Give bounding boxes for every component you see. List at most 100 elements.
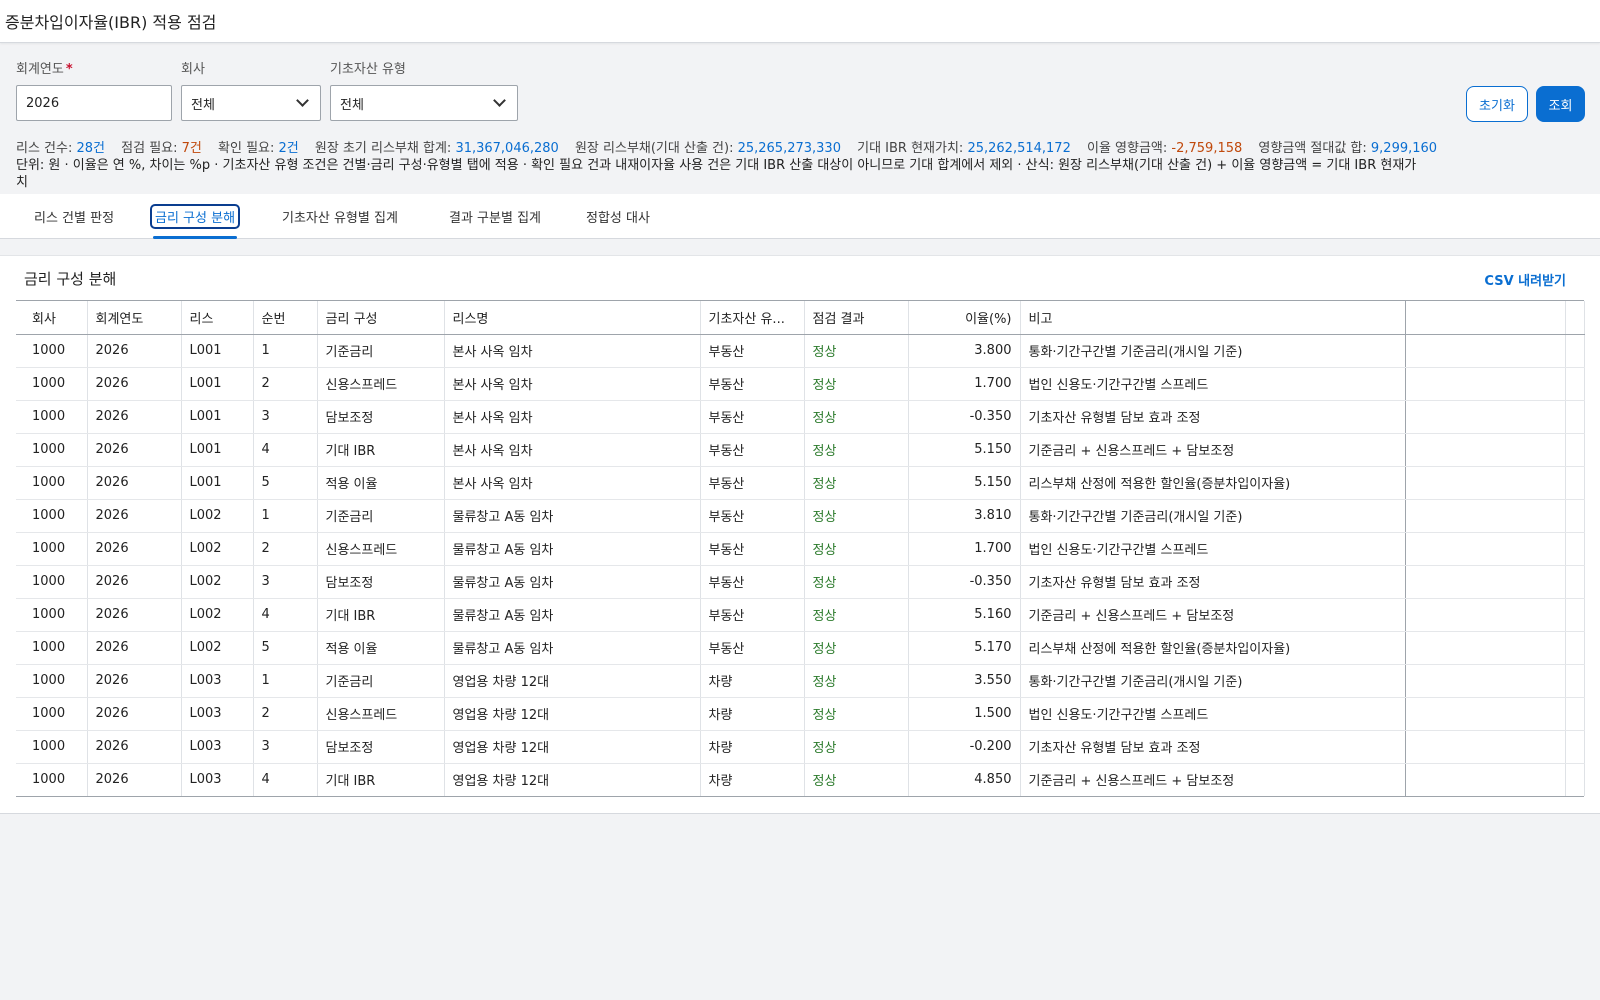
table-cell: 본사 사옥 임차 [444,334,701,368]
table-row[interactable]: 1000 2026 L002 4 기대 IBR 물류창고 A동 임차 부동산 정상 5.160 기… [16,598,1585,632]
table-cell: 담보조정 [317,730,445,764]
table-cell: 2026 [87,334,182,368]
table-cell: 법인 신용도·기간구간별 스프레드 [1020,367,1406,401]
unit-note-line: 치 [16,175,28,190]
empty-cell [1405,433,1566,467]
table-cell: L002 [181,631,254,665]
table-row[interactable]: 1000 2026 L002 5 적용 이율 물류창고 A동 임차 부동산 정상 5.170 리스… [16,631,1585,665]
column-header[interactable]: 비고 [1020,301,1406,335]
table-cell: 정상 [804,697,909,731]
table-cell: 정상 [804,598,909,632]
table-cell: 담보조정 [317,565,445,599]
table-cell: 정상 [804,532,909,566]
table-cell: 법인 신용도·기간구간별 스프레드 [1020,697,1406,731]
table-cell: 부동산 [700,466,805,500]
column-header[interactable]: 기초자산 유... [700,301,805,335]
column-header[interactable]: 순번 [253,301,318,335]
panel-title: 금리 구성 분해 [24,270,117,288]
table-cell: 3.800 [908,334,1021,368]
table-cell: 1000 [16,697,88,731]
tab-result-summary[interactable]: 결과 구분별 집계 [449,194,541,238]
column-header[interactable]: 회계연도 [87,301,182,335]
summary-label: 영향금액 절대값 합: [1258,141,1367,156]
empty-cell [1405,697,1566,731]
table-cell: 기준금리 [317,334,445,368]
summary-label: 기대 IBR 현재가치: [857,141,964,156]
table-cell: 5 [253,631,318,665]
table-cell: 4 [253,433,318,467]
table-cell: 영업용 차량 12대 [444,697,701,731]
table-cell: 부동산 [700,499,805,533]
table-cell: 2026 [87,664,182,698]
table-row[interactable]: 1000 2026 L003 3 담보조정 영업용 차량 12대 차량 정상 -0.200 기초자… [16,730,1585,764]
table-cell: 부동산 [700,367,805,401]
table-cell: L001 [181,466,254,500]
year-label-text: 회계연도 [16,62,64,77]
table-row[interactable]: 1000 2026 L001 5 적용 이율 본사 사옥 임차 부동산 정상 5.150 리스부채… [16,466,1585,500]
column-header[interactable]: 리스명 [444,301,701,335]
table-cell: 부동산 [700,532,805,566]
table-cell: 본사 사옥 임차 [444,433,701,467]
empty-cell [1405,664,1566,698]
table-cell: 정상 [804,499,909,533]
empty-cell [1405,532,1566,566]
tab-rate-breakdown[interactable]: 금리 구성 분해 [149,194,241,239]
table-cell: 1000 [16,433,88,467]
table-cell: L002 [181,499,254,533]
table-row[interactable]: 1000 2026 L002 1 기준금리 물류창고 A동 임차 부동산 정상 3.810 통화·… [16,499,1585,533]
table-cell: 1000 [16,565,88,599]
chevron-down-icon [493,94,506,107]
table-cell: L003 [181,763,254,796]
tab-asset-type-summary[interactable]: 기초자산 유형별 집계 [282,194,398,238]
table-row[interactable]: 1000 2026 L001 4 기대 IBR 본사 사옥 임차 부동산 정상 5.150 기준금… [16,433,1585,467]
active-tab-indicator [153,236,238,239]
company-select[interactable]: 전체 [181,85,321,121]
table-row[interactable]: 1000 2026 L001 3 담보조정 본사 사옥 임차 부동산 정상 -0.350 기초자산… [16,400,1585,434]
table-cell: 정상 [804,400,909,434]
table-cell: 1000 [16,466,88,500]
table-cell: L001 [181,433,254,467]
tab-label: 금리 구성 분해 [149,203,241,229]
summary-value: 2건 [278,141,299,156]
table-cell: 1000 [16,664,88,698]
column-header[interactable]: 금리 구성 [317,301,445,335]
table-cell: 2026 [87,730,182,764]
table-row[interactable]: 1000 2026 L001 1 기준금리 본사 사옥 임차 부동산 정상 3.800 통화·기간… [16,334,1585,368]
table-cell: 2026 [87,499,182,533]
column-header[interactable]: 이율(%) [908,301,1021,335]
year-input[interactable]: 2026 [16,85,172,121]
asset-type-field: 기초자산 유형 전체 [330,58,518,121]
column-header[interactable]: 점검 결과 [804,301,909,335]
table-cell: 기준금리 [317,664,445,698]
empty-cell [1405,334,1566,368]
reset-button[interactable]: 초기화 [1466,86,1528,122]
summary-confirm-needed: 확인 필요: 2건 [218,141,299,156]
csv-download-link[interactable]: CSV 내려받기 [1484,270,1566,289]
table-row[interactable]: 1000 2026 L001 2 신용스프레드 본사 사옥 임차 부동산 정상 1.700 법인 … [16,367,1585,401]
table-row[interactable]: 1000 2026 L002 2 신용스프레드 물류창고 A동 임차 부동산 정상 1.700 법… [16,532,1585,566]
rate-breakdown-table: 회사 회계연도 리스 순번 금리 구성 리스명 기초자산 유... 점검 결과 … [16,300,1585,797]
table-row[interactable]: 1000 2026 L003 1 기준금리 영업용 차량 12대 차량 정상 3.550 통화·기… [16,664,1585,698]
empty-column-header [1405,301,1566,335]
table-cell: L002 [181,532,254,566]
column-header[interactable]: 회사 [16,301,88,335]
empty-cell [1565,400,1585,434]
table-cell: 부동산 [700,433,805,467]
table-row[interactable]: 1000 2026 L003 4 기대 IBR 영업용 차량 12대 차량 정상 4.850 기준… [16,763,1585,796]
tab-lease-judgement[interactable]: 리스 건별 판정 [34,194,114,238]
table-cell: 1000 [16,598,88,632]
table-cell: 2026 [87,433,182,467]
table-cell: 1000 [16,730,88,764]
asset-type-select[interactable]: 전체 [330,85,518,121]
table-cell: 2026 [87,565,182,599]
table-row[interactable]: 1000 2026 L003 2 신용스프레드 영업용 차량 12대 차량 정상 1.500 법인… [16,697,1585,731]
table-cell: 3.550 [908,664,1021,698]
tab-reconciliation[interactable]: 정합성 대사 [586,194,650,238]
table-row[interactable]: 1000 2026 L002 3 담보조정 물류창고 A동 임차 부동산 정상 -0.350 기초… [16,565,1585,599]
column-header[interactable]: 리스 [181,301,254,335]
table-cell: 신용스프레드 [317,532,445,566]
rate-breakdown-panel: 금리 구성 분해 CSV 내려받기 회사 회계연도 리스 순번 금리 구성 리스… [0,255,1600,814]
search-button[interactable]: 조회 [1536,86,1585,122]
table-cell: 기대 IBR [317,433,445,467]
table-cell: 5.150 [908,433,1021,467]
